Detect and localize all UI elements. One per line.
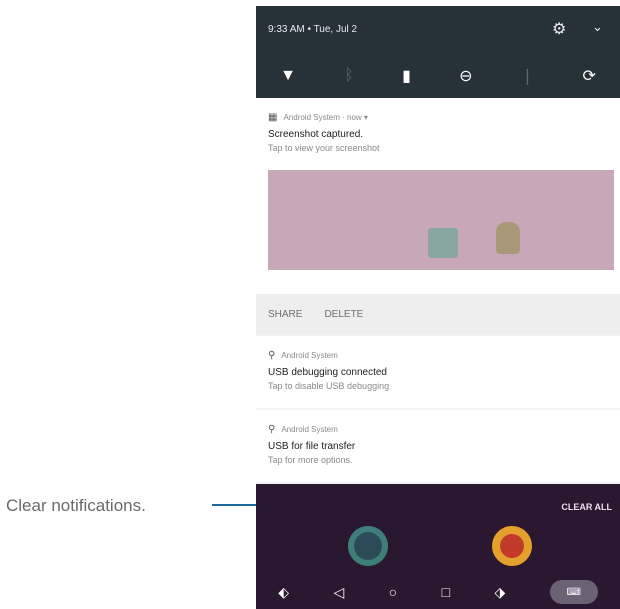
notification-app-name: Android System [281,351,338,360]
chevron-down-icon[interactable]: ⌄ [592,19,603,35]
phone-screen: 9:33 AM • Tue, Jul 2 ⚙ ⌄ ▼ ᛒ ▮ ⊖ ❘ ⟳ ▦ A… [256,6,620,609]
status-bar: 9:33 AM • Tue, Jul 2 ⚙ ⌄ [256,6,620,54]
usb-icon: ⚲ [268,350,276,361]
notification-text: Tap to view your screenshot [268,143,380,153]
notification-app-row: ⚲ Android System [268,350,608,361]
notification-app-row: ⚲ Android System [268,424,608,435]
bluetooth-icon[interactable]: ᛒ [344,67,354,85]
notification-usb-debugging[interactable]: ⚲ Android System USB debugging connected… [256,336,620,408]
notification-app-name: Android System · now ▾ [283,113,368,122]
navigation-bar: ⬖ ◁ ○ □ ⬗ ⌨ [256,575,620,609]
notification-app-name: Android System [281,425,338,434]
usb-icon: ⚲ [268,424,276,435]
screenshot-preview[interactable] [268,170,614,270]
preview-figure-icon [496,222,520,254]
rotate-left-icon[interactable]: ⬖ [278,584,289,601]
delete-button[interactable]: DELETE [324,309,363,320]
notification-text: Tap for more options. [268,455,353,465]
flashlight-icon[interactable]: ❘ [521,66,534,86]
callout-label: Clear notifications. [6,496,146,515]
keyboard-icon[interactable]: ⌨ [549,580,598,604]
notification-title: USB for file transfer [268,441,356,452]
notification-app-row: ▦ Android System · now ▾ [268,112,608,123]
battery-icon[interactable]: ▮ [402,66,411,86]
notification-text: Tap to disable USB debugging [268,381,390,391]
notification-title: USB debugging connected [268,367,387,378]
image-icon: ▦ [268,112,278,123]
quick-settings: ▼ ᛒ ▮ ⊖ ❘ ⟳ [256,54,620,98]
back-icon[interactable]: ◁ [333,584,344,601]
share-button[interactable]: SHARE [268,309,302,320]
wifi-icon[interactable]: ▼ [280,67,296,85]
recents-icon[interactable]: □ [442,584,450,600]
clear-all-button[interactable]: CLEAR ALL [561,502,612,512]
notification-title: Screenshot captured. [268,129,364,140]
notification-actions: SHARE DELETE [256,294,620,334]
rotate-right-icon[interactable]: ⬗ [495,584,506,601]
preview-android-icon [428,228,458,258]
notification-usb-transfer[interactable]: ⚲ Android System USB for file transfer T… [256,410,620,482]
notification-screenshot[interactable]: ▦ Android System · now ▾ Screenshot capt… [256,98,620,294]
home-screen-area: CLEAR ALL ⬖ ◁ ○ □ ⬗ ⌨ [256,484,620,609]
auto-rotate-icon[interactable]: ⟳ [582,66,595,86]
status-time: 9:33 AM • Tue, Jul 2 [268,24,358,35]
home-icon[interactable]: ○ [389,584,397,600]
app-dock-icon[interactable] [348,526,388,566]
chrome-icon[interactable] [492,526,532,566]
gear-icon[interactable]: ⚙ [552,19,566,39]
do-not-disturb-icon[interactable]: ⊖ [459,66,472,86]
